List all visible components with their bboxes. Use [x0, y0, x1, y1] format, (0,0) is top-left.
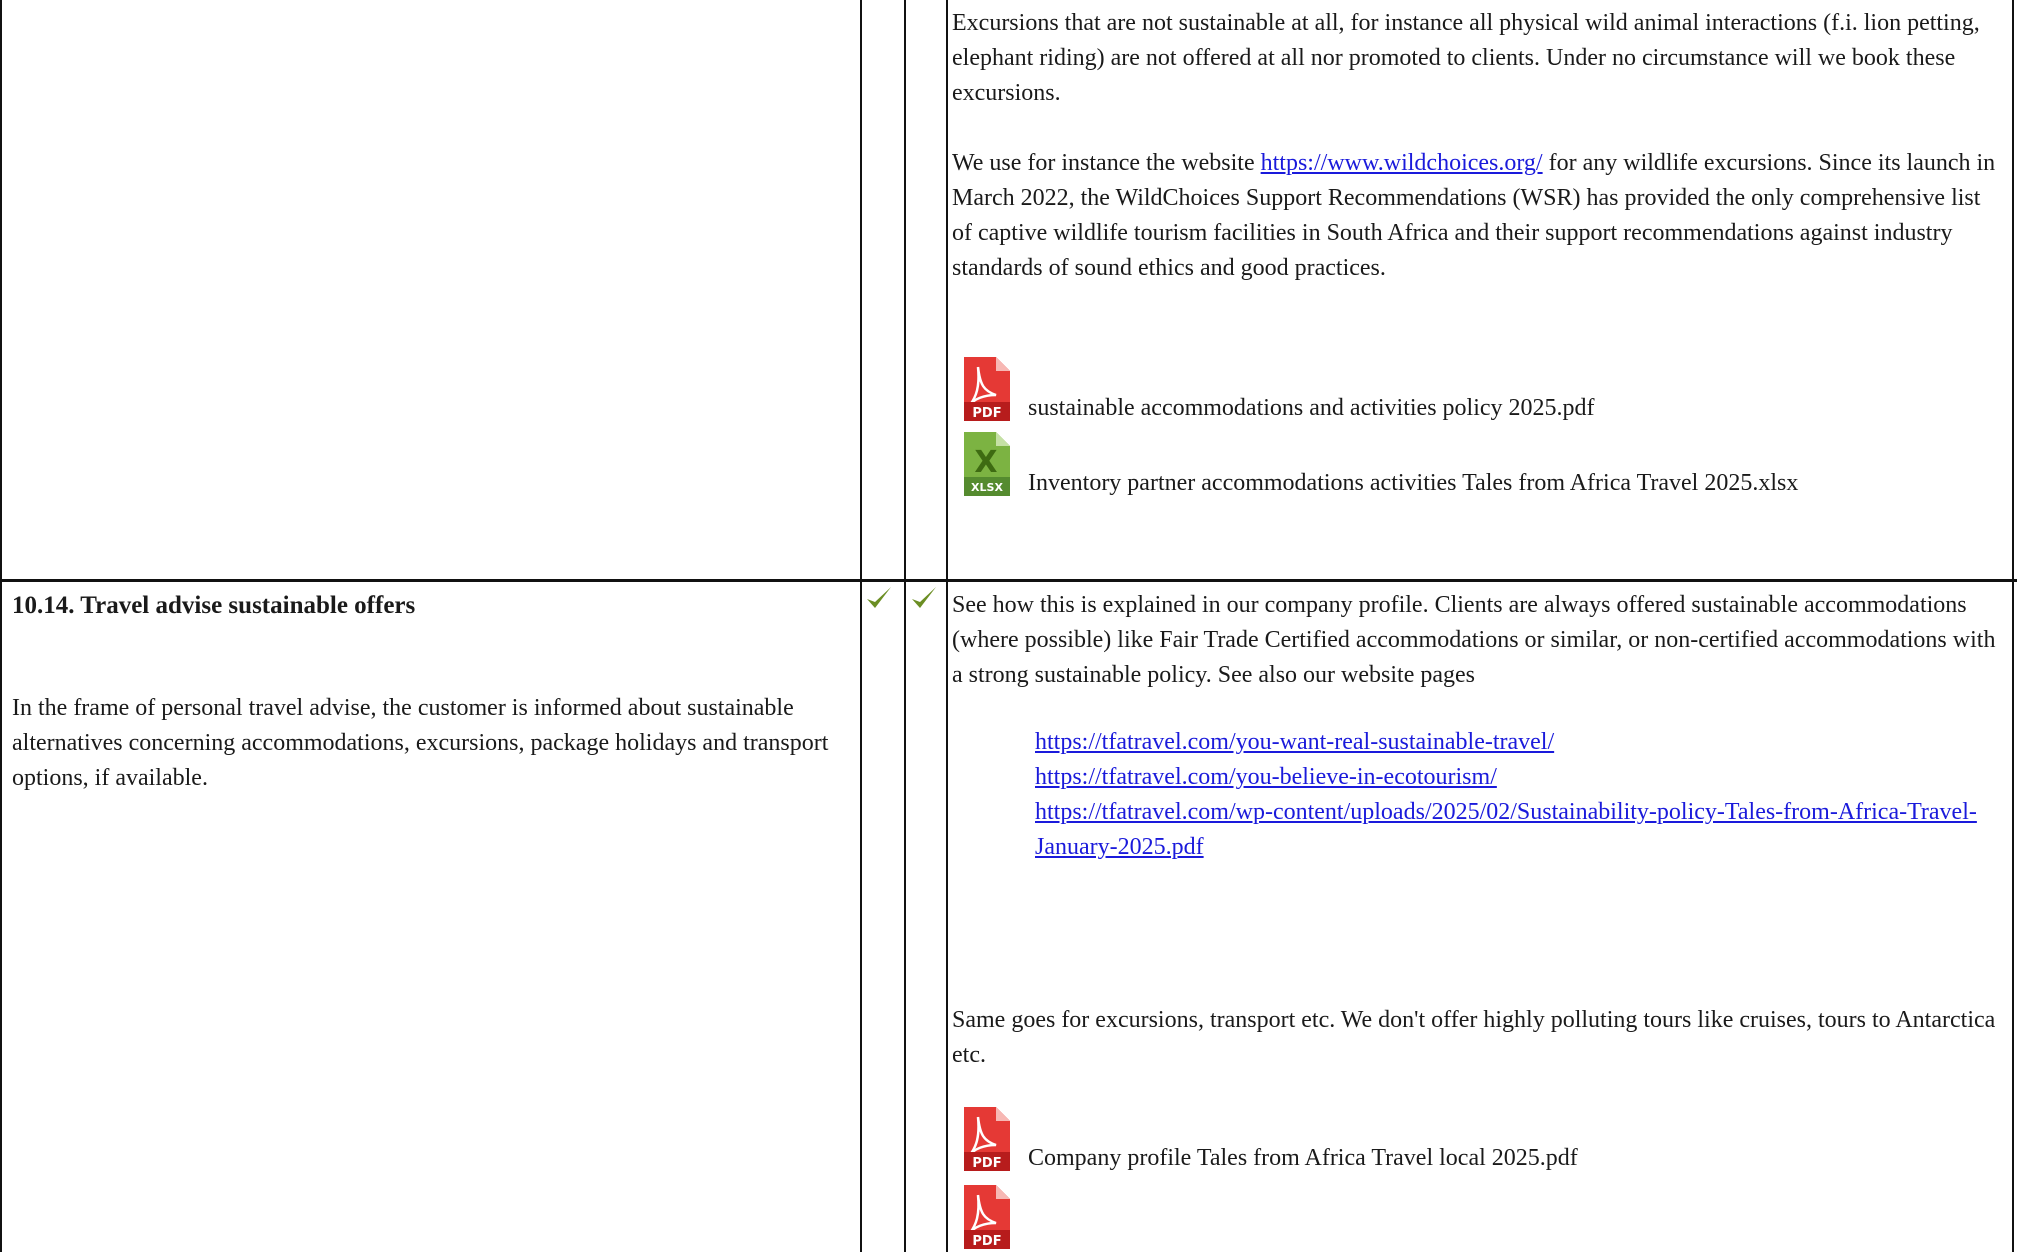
wildchoices-text-before: We use for instance the website — [952, 150, 1255, 176]
pdf-icon: PDF — [964, 357, 1010, 421]
checkmark-icon — [867, 587, 891, 608]
attachment-filename: Inventory partner accommodations activit… — [1028, 470, 1799, 496]
attachment-policy-pdf[interactable]: PDF sustainable accommodations and activ… — [962, 355, 1962, 423]
attachment-company-profile-pdf[interactable]: PDF Company profile Tales from Africa Tr… — [962, 1105, 1962, 1173]
table-left-border — [0, 0, 2, 1252]
svg-text:PDF: PDF — [972, 406, 1001, 421]
svg-text:PDF: PDF — [972, 1234, 1001, 1249]
attachment-filename: sustainable accommodations and activitie… — [1028, 395, 1595, 421]
response-paragraph-2: Same goes for excursions, transport etc.… — [952, 1003, 2007, 1073]
link-believe-in-ecotourism[interactable]: https://tfatravel.com/you-believe-in-eco… — [1035, 764, 1497, 790]
svg-text:X: X — [974, 445, 997, 480]
pdf-icon: PDF — [964, 1185, 1010, 1249]
response-intro-text: See how this is explained in our company… — [952, 592, 1996, 688]
response-intro: See how this is explained in our company… — [952, 588, 2007, 693]
svg-text:PDF: PDF — [972, 1156, 1001, 1171]
attachment-filename: Company profile Tales from Africa Travel… — [1028, 1145, 1578, 1171]
non-sustainable-excursions-text: Excursions that are not sustainable at a… — [952, 10, 1980, 106]
column-divider-3 — [946, 0, 948, 1252]
link-real-sustainable-travel[interactable]: https://tfatravel.com/you-want-real-sust… — [1035, 729, 1554, 755]
response-top-paragraph-1: Excursions that are not sustainable at a… — [952, 6, 2002, 111]
row-divider — [0, 579, 2017, 582]
link-sustainability-policy-pdf[interactable]: https://tfatravel.com/wp-content/uploads… — [1035, 799, 1977, 860]
requirement-title: 10.14. Travel advise sustainable offers — [12, 592, 416, 619]
requirement-description: In the frame of personal travel advise, … — [12, 695, 829, 791]
attachment-second-pdf[interactable]: PDF — [962, 1183, 1962, 1251]
column-divider-1 — [860, 0, 862, 1252]
svg-text:XLSX: XLSX — [971, 481, 1003, 494]
checkmark-icon — [912, 587, 936, 608]
pdf-icon: PDF — [964, 1107, 1010, 1171]
website-links-list: https://tfatravel.com/you-want-real-sust… — [1035, 725, 1995, 865]
xlsx-icon: X XLSX — [964, 432, 1010, 496]
column-divider-2 — [904, 0, 906, 1252]
attachment-inventory-xlsx[interactable]: X XLSX Inventory partner accommodations … — [962, 430, 1962, 498]
excursions-transport-text: Same goes for excursions, transport etc.… — [952, 1007, 1996, 1068]
table-right-border — [2012, 0, 2014, 1252]
wildchoices-link[interactable]: https://www.wildchoices.org/ — [1261, 150, 1543, 176]
response-top-paragraph-2: We use for instance the website https://… — [952, 146, 2002, 286]
